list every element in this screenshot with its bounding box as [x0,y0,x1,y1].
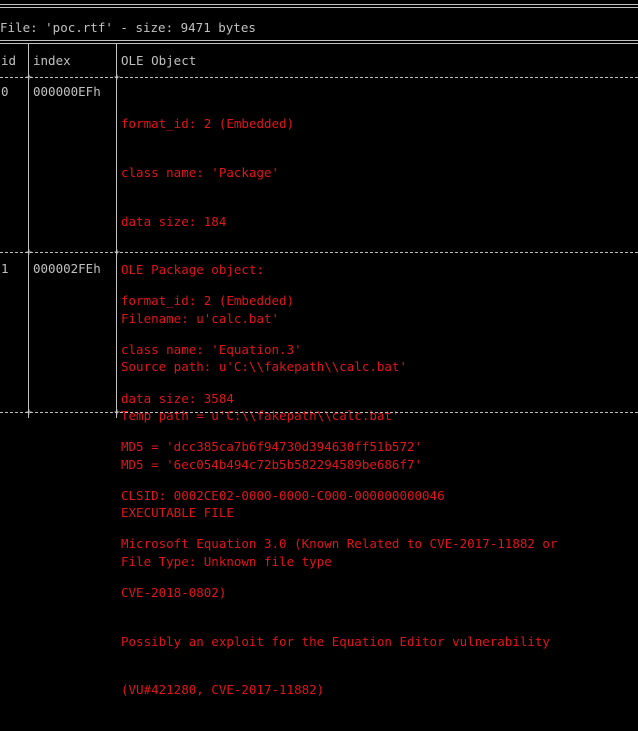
header-separator [0,77,638,78]
separator-junction: + [25,247,33,258]
ole-line: class name: 'Equation.3' [121,342,302,357]
ole-line: data size: 3584 [121,390,234,406]
ole-line: data size: 184 [121,213,227,229]
ole-line: (VU#421280, CVE-2017-11882) [121,682,325,698]
column-divider-index [116,44,117,418]
separator-junction: + [25,72,33,83]
column-header-ole-object: OLE Object [121,53,197,68]
double-separator-top [0,4,638,8]
table-bottom-separator [0,412,638,413]
separator-junction: + [25,407,33,418]
separator-junction: + [113,407,121,418]
ole-line: format_id: 2 (Embedded) [121,116,295,132]
terminal-window: File: 'poc.rtf' - size: 9471 bytes id in… [0,0,638,697]
ole-line: format_id: 2 (Embedded) [121,293,295,309]
column-divider-id [28,44,29,418]
ole-object-details: format_id: 2 (Embedded) class name: 'Equ… [121,261,558,731]
column-header-index: index [33,53,71,68]
row-index: 000002FEh [33,261,101,276]
ole-line: CLSID: 0002CE02-0000-0000-C000-000000000… [121,487,445,503]
separator-junction: + [113,247,121,258]
row-index: 000000EFh [33,84,101,99]
row-id: 0 [1,84,9,99]
ole-line: Microsoft Equation 3.0 (Known Related to… [121,536,558,552]
ole-line: MD5 = 'dcc385ca7b6f94730d394630ff51b572' [121,439,423,455]
double-separator-header [0,40,638,44]
file-info-line: File: 'poc.rtf' - size: 9471 bytes [0,20,256,35]
row-id: 1 [1,261,9,276]
column-header-id: id [1,53,17,68]
ole-line: class name: 'Package' [121,165,280,180]
ole-line: CVE-2018-0802) [121,584,227,600]
ole-line: Possibly an exploit for the Equation Edi… [121,633,550,649]
separator-junction: + [113,72,121,83]
row-separator [0,252,638,253]
